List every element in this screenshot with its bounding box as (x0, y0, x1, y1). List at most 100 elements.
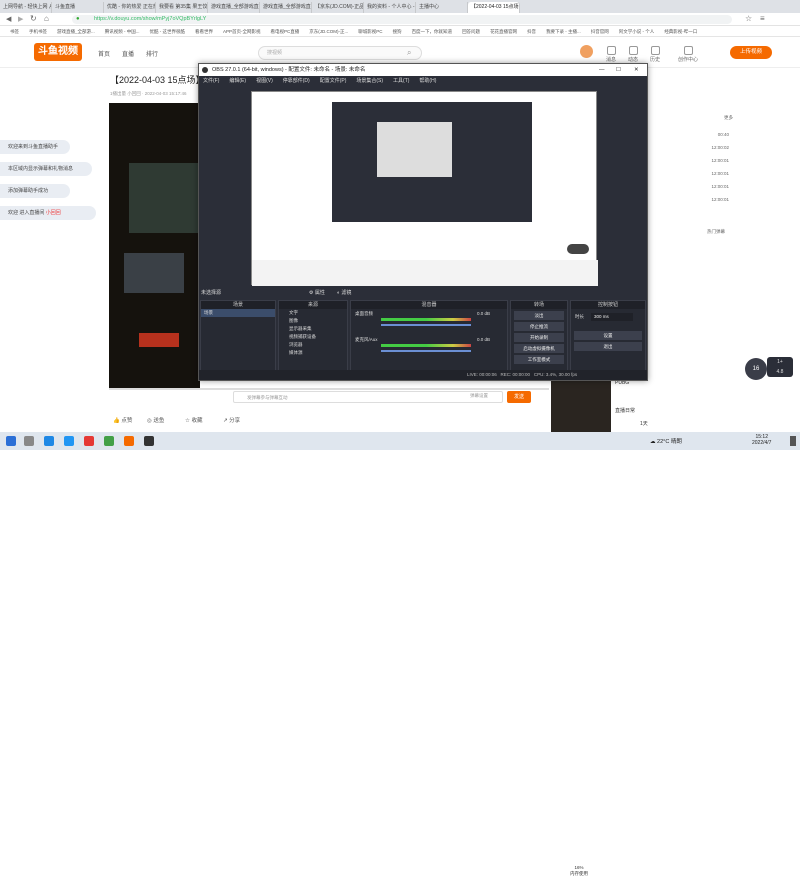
menu-icon[interactable]: ≡ (760, 14, 765, 23)
douyu-logo[interactable]: 斗鱼视频 (34, 43, 82, 61)
browser-tab[interactable]: 主播中心 (416, 2, 468, 13)
duration-input[interactable]: 300 ms (591, 313, 633, 321)
edge-icon[interactable] (44, 436, 54, 446)
obs-menu-item[interactable]: 场景集合(S) (356, 76, 383, 86)
obs-menu-item[interactable]: 停靠部件(D) (283, 76, 310, 86)
obs-menu-item[interactable]: 编辑(E) (229, 76, 246, 86)
browser-tab[interactable]: 游戏直播_全部游戏直播_斗鱼直播 (208, 2, 260, 13)
bookmark-item[interactable]: 搜狗 (393, 27, 402, 36)
bookmark-item[interactable]: 京东(JD.COM)-正... (309, 27, 348, 36)
bookmark-item[interactable]: 回答问题 (462, 27, 480, 36)
bookmark-item[interactable]: APP首页-全网影视 (223, 27, 261, 36)
browser-tab[interactable]: 优酷 - 你的热爱 正在热播 (104, 2, 156, 13)
more-link[interactable]: 更多 (655, 115, 785, 121)
bookmark-item[interactable]: 优酷 - 这世界很酷 (150, 27, 186, 36)
bookmark-item[interactable]: 聊城影视PC (358, 27, 382, 36)
bookmark-item[interactable]: 手机书签 (29, 27, 47, 36)
exit-button[interactable]: 退出 (574, 342, 642, 351)
message-button[interactable]: 消息 (600, 46, 622, 63)
fish-button[interactable]: ◎ 送鱼 (147, 416, 164, 424)
activity-button[interactable]: 动态 (622, 46, 644, 63)
scene-item[interactable]: 场景 (201, 309, 275, 317)
source-item[interactable]: 文字 (279, 309, 347, 317)
obs-icon[interactable] (144, 436, 154, 446)
windows-start-icon[interactable] (6, 436, 16, 446)
maximize-icon[interactable]: ☐ (616, 64, 621, 76)
studio-mode-button[interactable]: 工作室模式 (514, 355, 564, 364)
browser-tab[interactable]: 斗鱼直播 (52, 2, 104, 13)
bookmark-item[interactable]: 经典影视-哔一口 (664, 27, 697, 36)
source-item[interactable]: 图像 (279, 317, 347, 325)
obs-menu-item[interactable]: 文件(F) (203, 76, 219, 86)
share-button[interactable]: ↗ 分享 (223, 416, 240, 424)
browser-icon[interactable] (64, 436, 74, 446)
start-record-button[interactable]: 开始录制 (514, 333, 564, 342)
url-input[interactable]: https://v.douyu.com/show/mPyj7oVQpBYrlgL… (72, 15, 732, 24)
transition-select[interactable]: 淡出 (514, 311, 564, 320)
floating-ctl[interactable]: 1+ (767, 357, 793, 367)
douyu-icon[interactable] (124, 436, 134, 446)
browser-tab[interactable]: 我要看 第35集 果王饺子 牛排骨 (156, 2, 208, 13)
search-icon[interactable]: ⌕ (407, 48, 411, 58)
bookmark-item[interactable]: 看电视PC直播 (271, 27, 300, 36)
bookmark-item[interactable]: 我要下录 - 主播... (546, 27, 581, 36)
close-icon[interactable]: ✕ (634, 64, 639, 76)
obs-menu-item[interactable]: 工具(T) (393, 76, 409, 86)
browser-tab[interactable]: 上网导航 - 轻快上网 从这里开始 (0, 2, 52, 13)
properties-button[interactable]: ⚙ 属性 (309, 289, 325, 296)
start-stream-button[interactable]: 停止推流 (514, 322, 564, 331)
obs-menu-item[interactable]: 视图(V) (256, 76, 273, 86)
search-input[interactable]: 搜视频 (258, 46, 422, 60)
bookmark-item[interactable]: 抖音 (527, 27, 536, 36)
browser-tab-active[interactable]: 【2022-04-03 15点场】 (468, 2, 520, 13)
like-button[interactable]: 👍 点赞 (113, 416, 132, 424)
floating-ctl[interactable]: 4.8 (767, 367, 793, 377)
source-item[interactable]: 媒体源 (279, 349, 347, 357)
bookmark-item[interactable]: 百度一下，你就知道 (412, 27, 453, 36)
progress-bar[interactable] (109, 388, 549, 390)
danmu-input[interactable]: 发弹幕参与弹幕互动 (233, 391, 503, 403)
history-button[interactable]: 历史 (644, 46, 666, 63)
source-item[interactable]: 浏览器 (279, 341, 347, 349)
bookmark-item[interactable]: 抖音官网 (591, 27, 609, 36)
minimize-icon[interactable]: — (599, 64, 605, 76)
favorite-button[interactable]: ☆ 收藏 (185, 416, 202, 424)
send-button[interactable]: 发送 (507, 391, 531, 403)
browser-tab[interactable]: 游戏直播_全部游戏直播_斗鱼直播 (260, 2, 312, 13)
bookmark-item[interactable]: 腾讯视频 - 中国... (105, 27, 140, 36)
floating-controls[interactable]: 1+ 4.8 (767, 357, 793, 377)
wechat-icon[interactable] (104, 436, 114, 446)
avatar[interactable] (580, 45, 593, 58)
nav-home[interactable]: 首页 (98, 49, 110, 58)
bookmark-item[interactable]: 看看世界 (195, 27, 213, 36)
weather-widget[interactable]: ☁ 22°C 晴朗 (650, 437, 682, 445)
video-player[interactable] (109, 103, 200, 388)
bookmark-item[interactable]: 游戏直播_全部游... (57, 27, 95, 36)
obs-preview[interactable] (251, 91, 598, 286)
obs-menu-item[interactable]: 帮助(H) (419, 76, 436, 86)
settings-button[interactable]: 设置 (574, 331, 642, 340)
danmu-settings[interactable]: 弹幕设置 (470, 393, 488, 399)
upload-video-button[interactable]: 上传视频 (730, 46, 772, 59)
app-icon[interactable] (84, 436, 94, 446)
reload-icon[interactable]: ↻ (30, 14, 37, 23)
nav-live[interactable]: 直播 (122, 49, 134, 58)
nav-rank[interactable]: 排行 (146, 49, 158, 58)
home-icon[interactable]: ⌂ (44, 14, 49, 23)
obs-menu-item[interactable]: 配置文件(P) (320, 76, 347, 86)
bookmark-item[interactable]: 阿文学小说 - 个人 (619, 27, 655, 36)
virtual-camera-button[interactable]: 启动虚拟摄像机 (514, 344, 564, 353)
search-icon[interactable] (24, 436, 34, 446)
source-item[interactable]: 视频捕获设备 (279, 333, 347, 341)
filters-button[interactable]: ◐ 滤镜 (337, 289, 351, 296)
star-icon[interactable]: ☆ (745, 14, 752, 23)
creator-center-button[interactable]: 创作中心 (670, 46, 706, 63)
forward-icon[interactable]: ▶ (18, 15, 23, 23)
source-item[interactable]: 显示器采集 (279, 325, 347, 333)
bookmark-item[interactable]: 书签 (10, 27, 19, 36)
system-clock[interactable]: 15:12 2022/4/7 (752, 434, 771, 446)
bookmark-item[interactable]: 花花直播官网 (490, 27, 517, 36)
volume-slider[interactable] (381, 350, 471, 352)
back-icon[interactable]: ◀ (6, 15, 11, 23)
floating-counter[interactable]: 16 (745, 358, 767, 380)
